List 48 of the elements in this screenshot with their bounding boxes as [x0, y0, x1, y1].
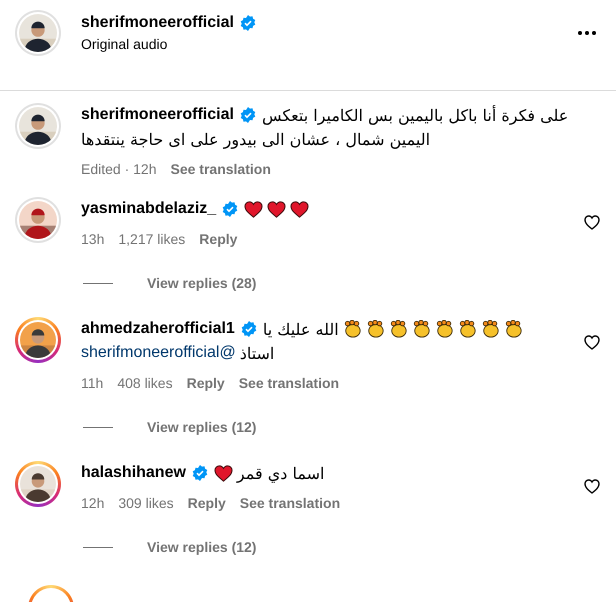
- comment-text: اليمين شمال ، عشان الى بيدور على اى حاجة ينتقدها: [81, 130, 430, 148]
- clapping-hands-icon: [388, 320, 408, 338]
- comment-info: 1,217 likes: [118, 231, 186, 247]
- avatar[interactable]: [15, 103, 61, 149]
- clapping-hands-icon: [342, 320, 362, 338]
- username[interactable]: yasminabdelaziz_: [81, 200, 216, 218]
- avatar[interactable]: [15, 197, 61, 243]
- username[interactable]: sherifmoneerofficial: [81, 14, 234, 32]
- comment-info: Edited · 12h: [81, 161, 156, 177]
- clapping-hands-icon: [434, 320, 454, 338]
- view-replies-button[interactable]: View replies (12): [147, 539, 256, 555]
- comment-info: 11h: [81, 375, 104, 391]
- comment-text: استاذ: [240, 344, 274, 362]
- comment-info: 13h: [81, 231, 104, 247]
- comment-info: 12h: [81, 495, 104, 511]
- heart-icon: [214, 464, 233, 482]
- reply-link[interactable]: Reply: [188, 495, 226, 511]
- mention-link[interactable]: sherifmoneerofficial@: [81, 344, 236, 362]
- translation-link[interactable]: See translation: [240, 495, 340, 511]
- translation-link[interactable]: See translation: [238, 375, 340, 391]
- reply-link[interactable]: Reply: [199, 231, 238, 247]
- clapping-hands-icon: [480, 320, 500, 338]
- username[interactable]: ahmedzaherofficial1: [81, 320, 235, 338]
- heart-icon: [244, 200, 264, 218]
- comment-text: الله عليك يا: [262, 320, 339, 338]
- reply-link[interactable]: Reply: [186, 375, 225, 391]
- clapping-hands-icon: [458, 320, 477, 338]
- view-replies-button[interactable]: View replies (12): [147, 419, 256, 435]
- heart-icon: [290, 200, 310, 218]
- heart-icon: [267, 200, 286, 218]
- username[interactable]: sherifmoneerofficial: [81, 106, 234, 124]
- clapping-hands-icon: [412, 320, 431, 338]
- username[interactable]: halashihanew: [81, 464, 186, 482]
- like-button[interactable]: [584, 479, 600, 494]
- view-replies-button[interactable]: View replies (28): [147, 275, 256, 291]
- avatar[interactable]: [15, 317, 61, 363]
- avatar[interactable]: [15, 10, 61, 56]
- audio-label[interactable]: Original audio: [81, 36, 554, 52]
- avatar[interactable]: [15, 461, 61, 507]
- clapping-hands-icon: [366, 320, 385, 338]
- comment-info: 309 likes: [118, 495, 174, 511]
- comment-info: 408 likes: [117, 375, 173, 391]
- reply-link[interactable]: See translation: [170, 161, 271, 177]
- comment-text: على فكرة أنا باكل باليمين بس الكاميرا بتعكس: [262, 106, 568, 124]
- clapping-hands-icon: [504, 320, 523, 338]
- comment-text: اسما دي قمر: [236, 464, 324, 482]
- like-button[interactable]: [584, 335, 600, 350]
- like-button[interactable]: [584, 215, 600, 230]
